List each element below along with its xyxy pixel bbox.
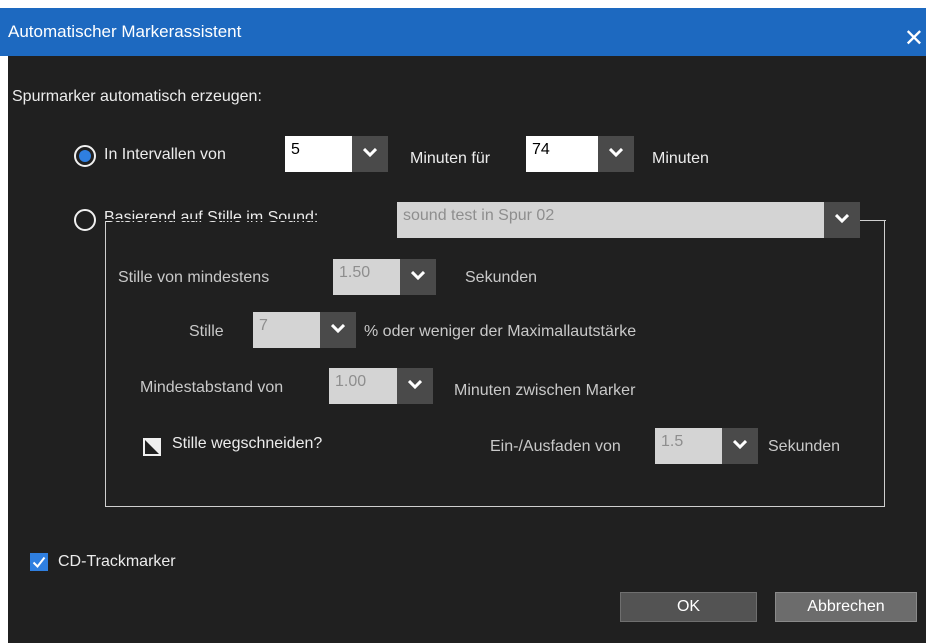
stille-label: Stille: [189, 323, 224, 340]
interval-radio-label[interactable]: In Intervallen von: [104, 146, 226, 164]
min-distance-suffix: Minuten zwischen Marker: [454, 382, 636, 399]
silence-group-box: [105, 220, 885, 507]
min-distance-label: Mindestabstand von: [140, 379, 284, 396]
checkbox-indeterminate-icon[interactable]: [143, 438, 161, 456]
threshold-suffix: % oder weniger der Maximallautstärke: [364, 323, 637, 340]
interval-every-value[interactable]: 5: [285, 136, 352, 172]
ok-button[interactable]: OK: [620, 592, 757, 622]
min-silence-value[interactable]: 1.50: [333, 259, 400, 295]
chevron-down-icon[interactable]: [397, 368, 433, 404]
threshold-value[interactable]: 7: [253, 312, 320, 348]
cancel-button[interactable]: Abbrechen: [775, 592, 917, 622]
seconds-label: Sekunden: [465, 269, 538, 286]
interval-total-combo[interactable]: 74: [526, 136, 634, 172]
group-box-mask: [104, 219, 397, 221]
chevron-down-icon[interactable]: [598, 136, 634, 172]
interval-total-value[interactable]: 74: [526, 136, 598, 172]
window-frame: Automatischer Markerassistent ✕ Spurmark…: [0, 0, 926, 643]
window-title: Automatischer Markerassistent: [8, 22, 242, 41]
cd-trackmarker-label[interactable]: CD-Trackmarker: [58, 553, 176, 571]
section-label: Spurmarker automatisch erzeugen:: [12, 88, 262, 105]
min-distance-value[interactable]: 1.00: [329, 368, 397, 404]
fade-combo[interactable]: 1.5: [655, 428, 758, 464]
min-silence-label: Stille von mindestens: [118, 269, 270, 286]
threshold-combo[interactable]: 7: [253, 312, 356, 348]
cut-silence-label[interactable]: Stille wegschneiden?: [172, 435, 322, 453]
group-box-top-line: [860, 220, 886, 221]
min-distance-combo[interactable]: 1.00: [329, 368, 433, 404]
chevron-down-icon[interactable]: [320, 312, 356, 348]
chevron-down-icon[interactable]: [722, 428, 758, 464]
title-bar: Automatischer Markerassistent ✕: [0, 8, 926, 56]
minutes-for-label: Minuten für: [410, 150, 491, 167]
chevron-down-icon[interactable]: [352, 136, 388, 172]
checkbox-checked-icon[interactable]: [30, 553, 48, 571]
radio-empty-icon[interactable]: [74, 209, 96, 231]
minutes-label: Minuten: [652, 150, 709, 167]
min-silence-combo[interactable]: 1.50: [333, 259, 436, 295]
fade-suffix: Sekunden: [768, 438, 841, 455]
interval-every-combo[interactable]: 5: [285, 136, 388, 172]
fade-value[interactable]: 1.5: [655, 428, 722, 464]
radio-selected-icon[interactable]: [74, 145, 96, 167]
chevron-down-icon[interactable]: [400, 259, 436, 295]
fade-label: Ein-/Ausfaden von: [490, 438, 621, 455]
dialog-body: Spurmarker automatisch erzeugen: In Inte…: [8, 56, 926, 643]
